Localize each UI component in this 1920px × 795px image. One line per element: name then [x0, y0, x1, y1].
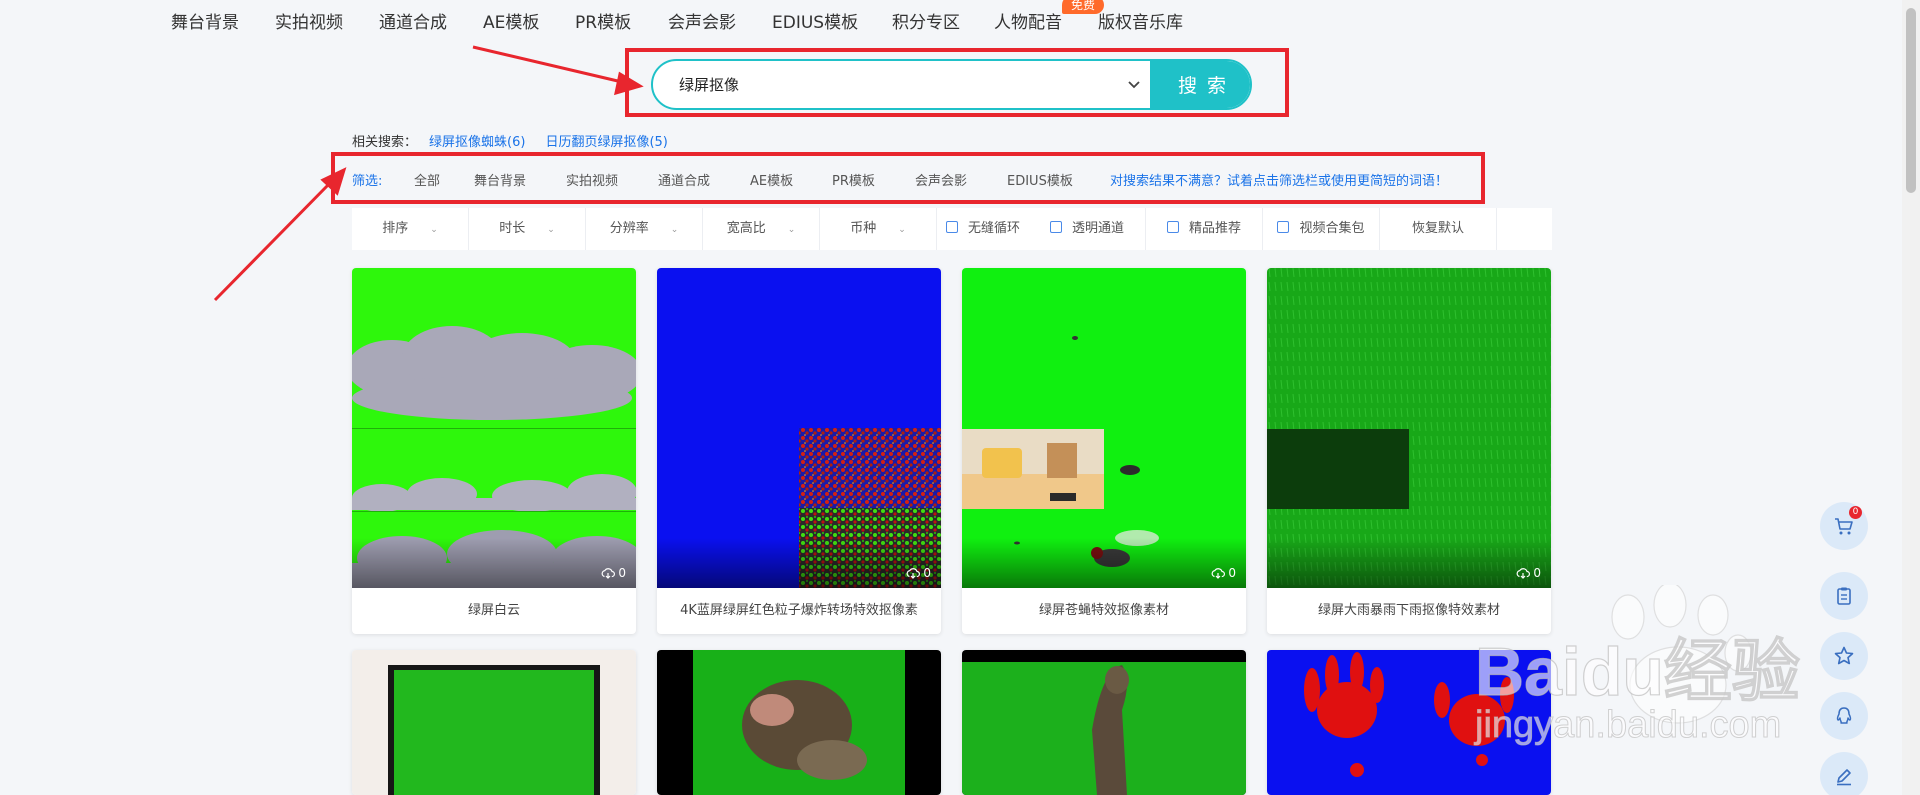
related-label: 相关搜索：	[352, 135, 418, 150]
particle-explosion-thumbnail	[657, 268, 941, 588]
sort-bar: 排序 ⌄ 时长 ⌄ 分辨率 ⌄ 宽高比 ⌄ 币种 ⌄ 无缝循环 透明通道 精品推荐 视频合…	[352, 208, 1552, 250]
download-count-value: 0	[1228, 566, 1236, 580]
related-searches: 相关搜索： 绿屏抠像蜘蛛(6) 日历翻页绿屏抠像(5)	[352, 131, 668, 150]
resolution-label: 分辨率	[609, 221, 649, 236]
video-card[interactable]	[352, 650, 636, 795]
reset-defaults-button[interactable]: 恢复默认	[1380, 208, 1497, 250]
cloud-download-icon	[1211, 568, 1226, 579]
video-card[interactable]: 0 绿屏白云	[352, 268, 636, 634]
download-count: 0	[1211, 566, 1236, 580]
video-card[interactable]	[657, 650, 941, 795]
card-title[interactable]: 绿屏白云	[352, 588, 636, 634]
green-screen-rain-thumbnail	[1267, 268, 1551, 588]
download-count-value: 0	[1533, 566, 1541, 580]
green-screen-clouds-thumbnail	[352, 268, 636, 588]
video-card[interactable]: 0 4K蓝屏绿屏红色粒子爆炸转场特效抠像素	[657, 268, 941, 634]
duration-dropdown[interactable]: 时长 ⌄	[469, 208, 586, 250]
video-card[interactable]: 0 绿屏苍蝇特效抠像素材	[962, 268, 1246, 634]
featured-checkbox[interactable]: 精品推荐	[1146, 208, 1263, 250]
card-thumbnail[interactable]	[1267, 268, 1551, 588]
watermark-url: jingyan.baidu.com	[1474, 704, 1781, 746]
annotation-box-filter	[331, 152, 1485, 204]
cloud-download-icon	[906, 568, 921, 579]
checkbox-label: 视频合集包	[1299, 221, 1365, 236]
checkbox[interactable]	[1166, 221, 1179, 233]
checkbox[interactable]	[1277, 221, 1290, 233]
caret-down-icon: ⌄	[670, 225, 679, 235]
card-title[interactable]: 绿屏苍蝇特效抠像素材	[962, 588, 1246, 634]
download-count: 0	[601, 566, 626, 580]
baidu-jingyan-watermark: Baidu经验 jingyan.baidu.com	[1474, 585, 1801, 747]
caret-down-icon: ⌄	[787, 225, 796, 235]
cloud-download-icon	[601, 568, 616, 579]
green-screen-monitor-thumbnail	[352, 650, 636, 795]
nav-ae-templates[interactable]: AE模板	[483, 8, 539, 33]
feedback-button[interactable]	[1820, 752, 1868, 795]
card-thumbnail[interactable]	[352, 268, 636, 588]
card-thumbnail[interactable]	[962, 268, 1246, 588]
caret-down-icon: ⌄	[430, 225, 438, 235]
resolution-dropdown[interactable]: 分辨率 ⌄	[586, 208, 703, 250]
video-card[interactable]	[962, 650, 1246, 795]
nav-channel-compositing[interactable]: 通道合成	[379, 8, 447, 33]
seamless-loop-checkbox[interactable]: 无缝循环	[937, 208, 1029, 250]
green-screen-fly-thumbnail	[962, 268, 1246, 588]
nav-live-video[interactable]: 实拍视频	[275, 8, 343, 33]
scrollbar-thumb[interactable]	[1906, 8, 1916, 193]
download-count: 0	[906, 566, 931, 580]
checkbox[interactable]	[1049, 221, 1062, 233]
clipboard-button[interactable]	[1820, 572, 1868, 620]
cart-count-badge: 0	[1849, 506, 1862, 519]
nav-pr-templates[interactable]: PR模板	[575, 8, 631, 33]
qq-icon	[1836, 707, 1852, 724]
alpha-channel-checkbox[interactable]: 透明通道	[1029, 208, 1146, 250]
annotation-arrow-filter	[213, 167, 347, 302]
checkbox[interactable]	[945, 221, 958, 233]
watermark-brand: Baidu经验	[1475, 634, 1800, 710]
sort-label: 排序	[382, 221, 409, 236]
video-card[interactable]: 0 绿屏大雨暴雨下雨抠像特效素材	[1267, 268, 1551, 634]
card-thumbnail[interactable]	[657, 268, 941, 588]
clipboard-icon	[1837, 587, 1851, 605]
caret-down-icon: ⌄	[547, 225, 555, 235]
checkbox-label: 精品推荐	[1188, 221, 1241, 236]
nav-stage-bg[interactable]: 舞台背景	[171, 8, 239, 33]
reset-label: 恢复默认	[1411, 221, 1464, 236]
nav-voiceover[interactable]: 人物配音	[994, 8, 1062, 33]
nav-music-library[interactable]: 版权音乐库	[1098, 8, 1183, 33]
sort-dropdown[interactable]: 排序 ⌄	[352, 208, 469, 250]
related-link[interactable]: 绿屏抠像蜘蛛(6)	[429, 135, 525, 150]
download-count: 0	[1516, 566, 1541, 580]
edit-pencil-icon	[1837, 769, 1851, 786]
aspect-ratio-label: 宽高比	[726, 221, 766, 236]
download-count-value: 0	[923, 566, 931, 580]
currency-label: 币种	[850, 221, 877, 236]
favorite-button[interactable]	[1820, 632, 1868, 680]
nav-edius-templates[interactable]: EDIUS模板	[772, 8, 858, 33]
aspect-ratio-dropdown[interactable]: 宽高比 ⌄	[703, 208, 820, 250]
currency-dropdown[interactable]: 币种 ⌄	[820, 208, 937, 250]
download-count-value: 0	[618, 566, 626, 580]
cloud-download-icon	[1516, 568, 1531, 579]
qq-contact-button[interactable]	[1820, 692, 1868, 740]
green-screen-dinosaur-thumbnail	[657, 650, 941, 795]
checkbox-label: 无缝循环	[967, 221, 1020, 236]
star-icon	[1834, 646, 1854, 665]
annotation-box-search	[625, 48, 1289, 117]
top-nav: 舞台背景 实拍视频 通道合成 AE模板 PR模板 会声会影 EDIUS模板 积分…	[0, 0, 1920, 40]
related-link[interactable]: 日历翻页绿屏抠像(5)	[545, 135, 667, 150]
duration-label: 时长	[499, 221, 526, 236]
card-title[interactable]: 4K蓝屏绿屏红色粒子爆炸转场特效抠像素	[657, 588, 941, 634]
video-bundle-checkbox[interactable]: 视频合集包	[1263, 208, 1380, 250]
caret-down-icon: ⌄	[898, 225, 906, 235]
vertical-scrollbar[interactable]	[1902, 0, 1920, 795]
nav-points-zone[interactable]: 积分专区	[892, 8, 960, 33]
green-screen-creature-thumbnail	[962, 650, 1246, 795]
checkbox-label: 透明通道	[1071, 221, 1124, 236]
annotation-arrow-search	[472, 45, 644, 96]
cart-button[interactable]: 0	[1820, 502, 1868, 550]
nav-video-studio[interactable]: 会声会影	[668, 8, 736, 33]
